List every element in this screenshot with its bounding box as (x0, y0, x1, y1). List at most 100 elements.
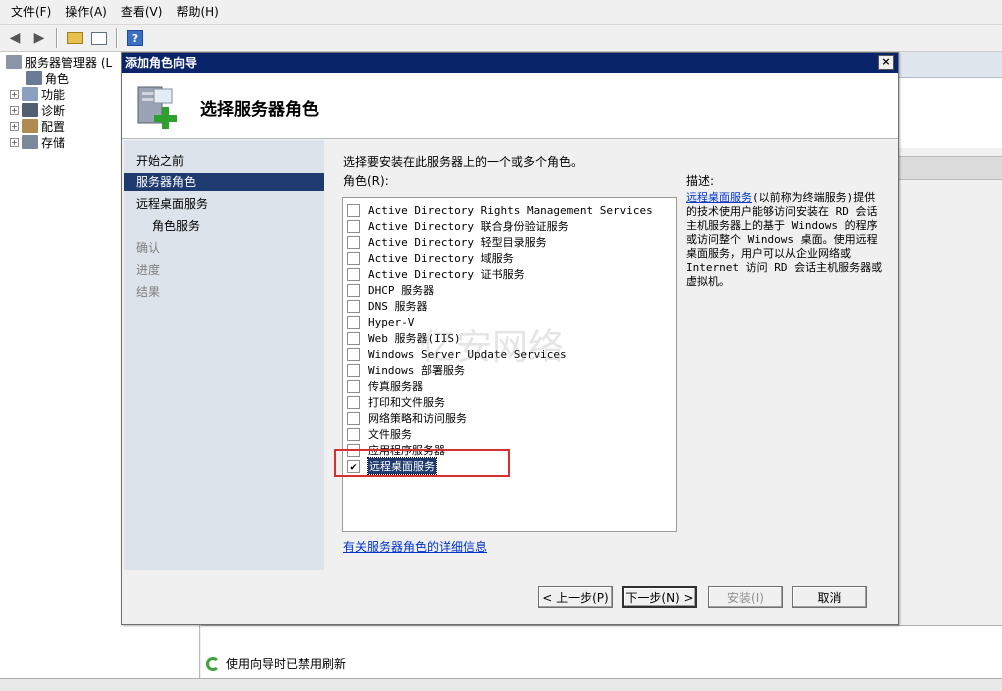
menu-bar: 文件(F) 操作(A) 查看(V) 帮助(H) (0, 0, 1002, 25)
watermark: 亿安网络 (420, 327, 565, 368)
toolbar-separator (116, 28, 118, 48)
expand-icon[interactable]: + (10, 121, 19, 131)
features-icon (22, 87, 38, 101)
role-label: Active Directory 联合身份验证服务 (368, 220, 569, 233)
role-checkbox[interactable] (347, 363, 360, 377)
more-info-link[interactable]: 有关服务器角色的详细信息 (343, 538, 487, 555)
highlight-box (334, 449, 510, 477)
storage-icon (22, 135, 38, 149)
dialog-title-bar: 添加角色向导 × (122, 53, 898, 73)
expand-icon[interactable]: + (10, 89, 19, 99)
status-message: 使用向导时已禁用刷新 (206, 655, 346, 672)
role-checkbox[interactable] (347, 251, 360, 265)
role-checkbox[interactable] (347, 411, 360, 425)
role-checkbox[interactable] (347, 299, 360, 313)
role-item[interactable]: Active Directory 联合身份验证服务 (347, 218, 569, 234)
role-checkbox[interactable] (347, 347, 360, 361)
role-item[interactable]: 传真服务器 (347, 378, 423, 394)
role-item[interactable]: Active Directory 域服务 (347, 250, 514, 266)
roles-label: 角色(R): (343, 174, 389, 188)
server-add-icon (137, 86, 177, 129)
wizard-steps: 开始之前 服务器角色 远程桌面服务 角色服务 确认 进度 结果 (124, 140, 324, 570)
tree-root-label: 服务器管理器 (L (25, 55, 113, 70)
expand-icon[interactable]: + (10, 105, 19, 115)
close-button[interactable]: × (878, 55, 894, 70)
toolbar-separator (56, 28, 58, 48)
role-label: DNS 服务器 (368, 300, 428, 313)
diagnostics-icon (22, 103, 38, 117)
details-section-bar (898, 156, 1002, 180)
role-label: Active Directory 轻型目录服务 (368, 236, 547, 249)
server-icon (6, 55, 22, 69)
previous-button[interactable]: < 上一步(P) (538, 586, 613, 608)
dialog-header: 选择服务器角色 (122, 73, 898, 139)
menu-action[interactable]: 操作(A) (58, 0, 114, 25)
tree-item-label: 配置 (41, 119, 66, 134)
details-content (898, 78, 1002, 148)
role-label: 文件服务 (368, 428, 412, 441)
step-before-you-begin[interactable]: 开始之前 (136, 152, 184, 170)
expand-icon[interactable]: + (10, 137, 19, 147)
role-item[interactable]: Hyper-V (347, 314, 414, 330)
role-label: 传真服务器 (368, 380, 423, 393)
menu-file[interactable]: 文件(F) (4, 0, 58, 25)
show-hide-tree-icon[interactable] (88, 27, 110, 49)
role-checkbox[interactable] (347, 203, 360, 217)
tree-item-configuration[interactable]: + 配置 (10, 118, 65, 134)
next-button[interactable]: 下一步(N) > (622, 586, 697, 608)
role-item[interactable]: Active Directory 证书服务 (347, 266, 525, 282)
tree-item-label: 角色 (45, 71, 70, 86)
tree-item-label: 功能 (41, 87, 66, 102)
menu-view[interactable]: 查看(V) (114, 0, 170, 25)
role-item[interactable]: 文件服务 (347, 426, 412, 442)
step-server-roles[interactable]: 服务器角色 (124, 173, 324, 191)
install-button: 安装(I) (708, 586, 783, 608)
step-remote-desktop-services[interactable]: 远程桌面服务 (136, 195, 208, 213)
status-bar (0, 678, 1002, 691)
role-checkbox[interactable] (347, 427, 360, 441)
role-item[interactable]: 打印和文件服务 (347, 394, 445, 410)
refresh-icon (206, 656, 220, 671)
role-checkbox[interactable] (347, 331, 360, 345)
tree-item-diagnostics[interactable]: + 诊断 (10, 102, 65, 118)
up-folder-icon[interactable] (64, 27, 86, 49)
description-body: (以前称为终端服务)提供的技术使用户能够访问安装在 RD 会话主机服务器上的基于… (686, 191, 883, 288)
menu-help[interactable]: 帮助(H) (169, 0, 225, 25)
tree-root-server-manager[interactable]: 服务器管理器 (L (6, 54, 112, 70)
role-label: Hyper-V (368, 315, 415, 329)
description-link[interactable]: 远程桌面服务 (686, 191, 752, 204)
role-checkbox[interactable] (347, 395, 360, 409)
step-results: 结果 (136, 285, 161, 299)
role-item[interactable]: Active Directory Rights Management Servi… (347, 202, 653, 218)
role-item[interactable]: DNS 服务器 (347, 298, 428, 314)
forward-arrow-icon[interactable]: ▶ (28, 27, 50, 49)
role-checkbox[interactable] (347, 267, 360, 281)
cancel-button[interactable]: 取消 (792, 586, 867, 608)
role-label: Active Directory 证书服务 (368, 268, 525, 281)
role-checkbox[interactable] (347, 235, 360, 249)
tree-item-features[interactable]: + 功能 (10, 86, 65, 102)
role-checkbox[interactable] (347, 283, 360, 297)
role-checkbox[interactable] (347, 379, 360, 393)
role-item[interactable]: DHCP 服务器 (347, 282, 434, 298)
role-label: 打印和文件服务 (368, 396, 445, 409)
dialog-title: 添加角色向导 (125, 56, 198, 70)
tree-item-storage[interactable]: + 存储 (10, 134, 65, 150)
role-checkbox[interactable] (347, 315, 360, 329)
back-arrow-icon[interactable]: ◀ (4, 27, 26, 49)
role-label: DHCP 服务器 (368, 284, 435, 297)
tree-item-roles[interactable]: 角色 (26, 70, 69, 86)
description-text: 远程桌面服务(以前称为终端服务)提供的技术使用户能够访问安装在 RD 会话主机服… (686, 191, 886, 289)
help-icon[interactable]: ? (124, 27, 146, 49)
wizard-page-title: 选择服务器角色 (200, 100, 319, 120)
role-item[interactable]: Active Directory 轻型目录服务 (347, 234, 547, 250)
configuration-icon (22, 119, 38, 133)
toolbar: ◀ ▶ ? (0, 25, 1002, 52)
role-item[interactable]: 网络策略和访问服务 (347, 410, 467, 426)
step-confirmation: 确认 (136, 241, 161, 255)
description-label: 描述: (686, 174, 715, 188)
step-role-services[interactable]: 角色服务 (152, 217, 200, 235)
tree-item-label: 诊断 (41, 103, 66, 118)
instruction-text: 选择要安装在此服务器上的一个或多个角色。 (343, 155, 584, 169)
role-checkbox[interactable] (347, 219, 360, 233)
